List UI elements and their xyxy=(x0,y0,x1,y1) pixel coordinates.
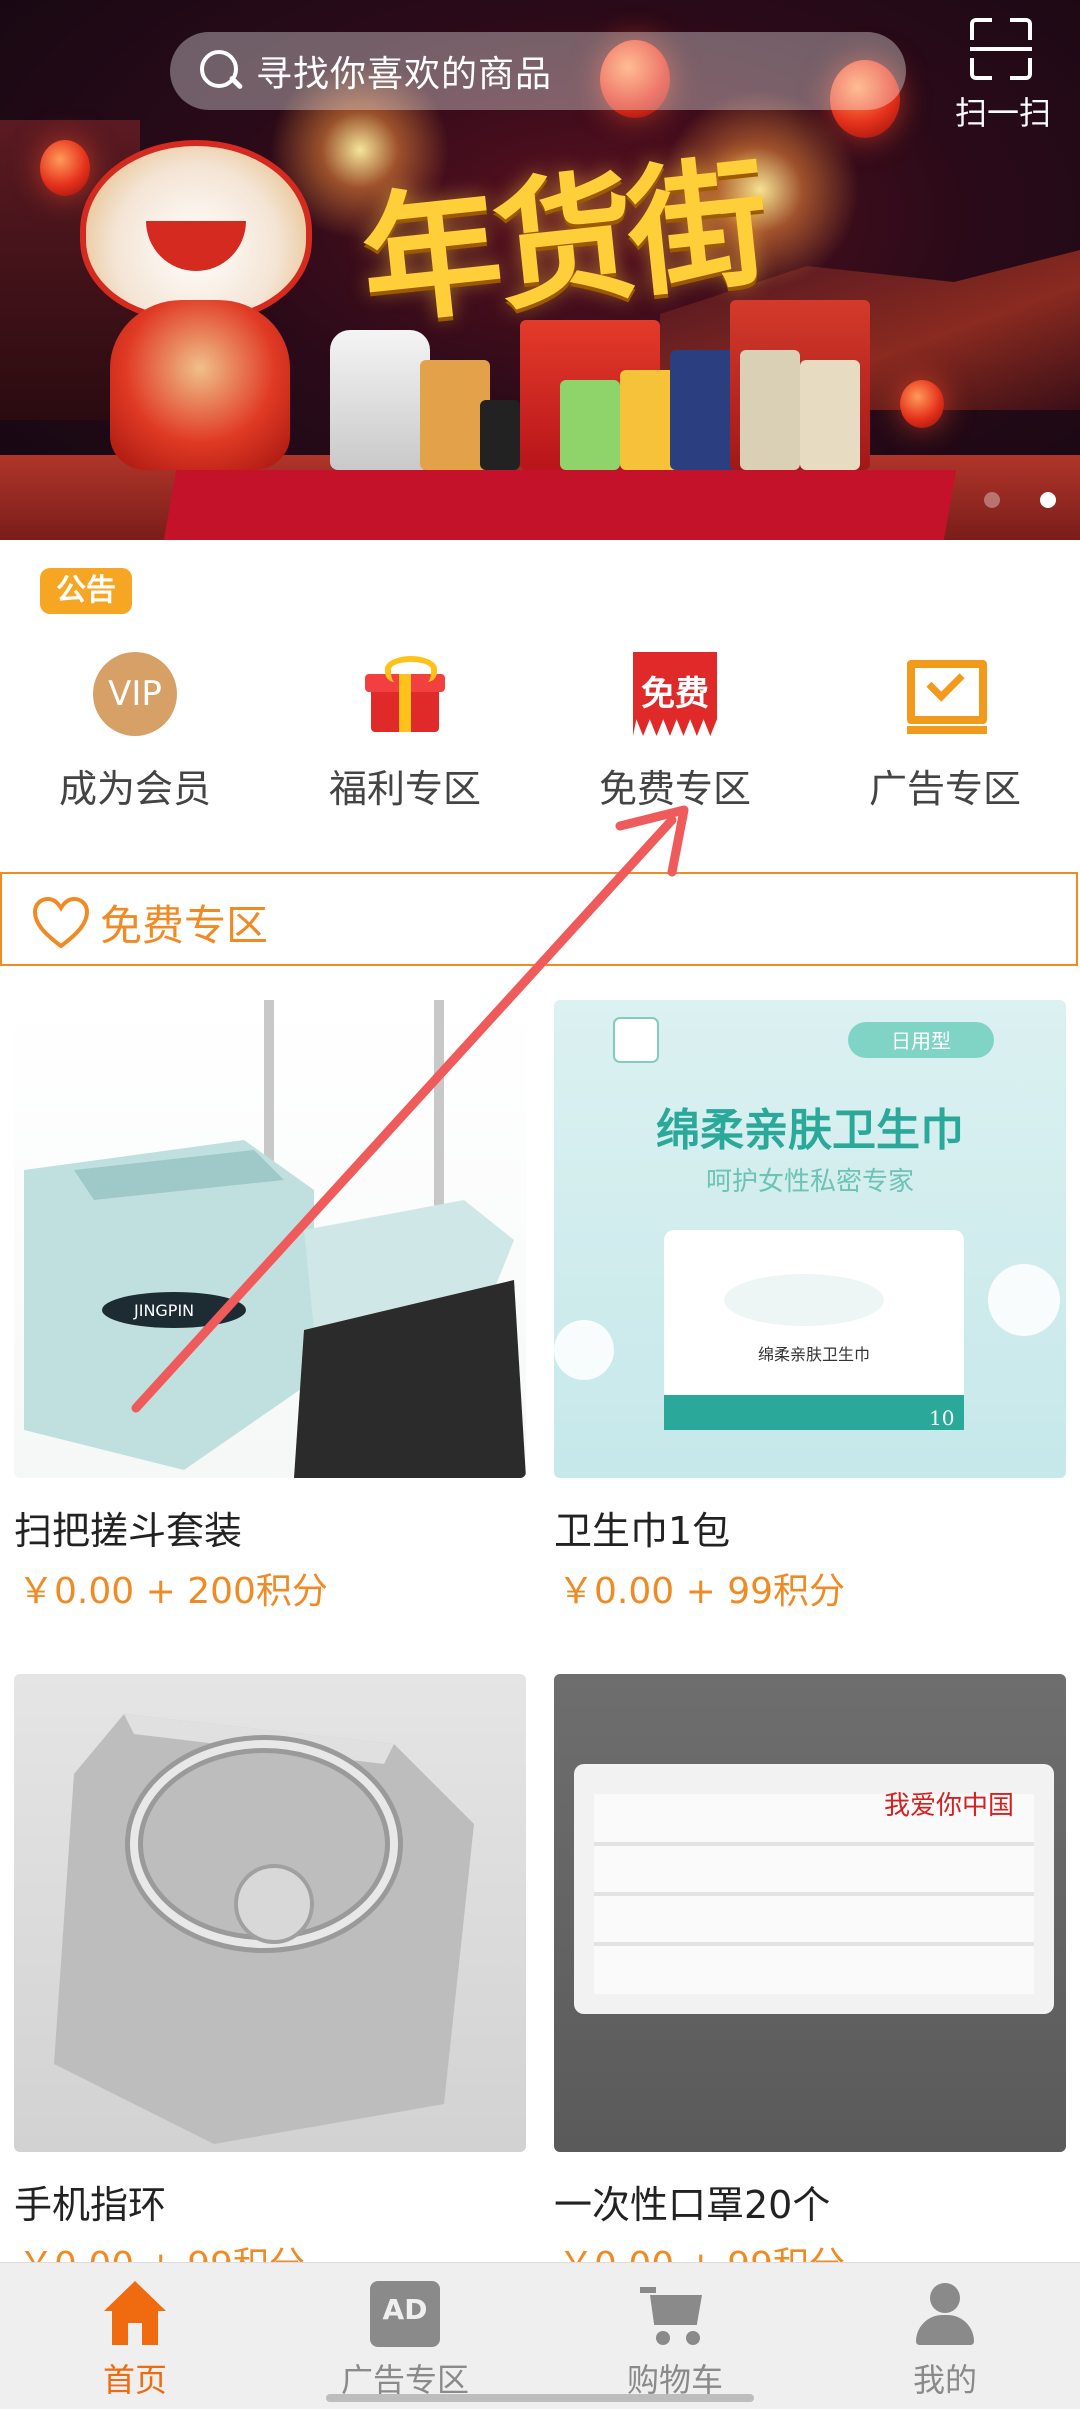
lion-dance-illustration xyxy=(70,140,340,490)
tab-ad-zone[interactable]: AD 广告专区 xyxy=(270,2263,540,2409)
lantern-decoration xyxy=(900,380,944,428)
vip-icon: VIP xyxy=(93,652,177,736)
product-image-broom-set[interactable]: JINGPIN xyxy=(14,1000,526,1478)
search-icon xyxy=(198,48,244,94)
entry-label: 免费专区 xyxy=(598,767,751,811)
product-image-face-mask[interactable]: 我爱你中国 xyxy=(554,1674,1066,2152)
tab-cart[interactable]: 购物车 xyxy=(540,2263,810,2409)
pack-title: 绵柔亲肤卫生巾 xyxy=(758,1345,870,1364)
product-name: 卫生巾1包 xyxy=(554,1509,731,1553)
bottom-tab-bar: 首页 AD 广告专区 购物车 我的 xyxy=(0,2262,1080,2409)
search-placeholder: 寻找你喜欢的商品 xyxy=(256,54,553,95)
carousel-dot[interactable] xyxy=(984,492,1000,508)
heart-outline-icon xyxy=(32,896,90,949)
user-icon xyxy=(910,2281,980,2347)
product-image-sanitary-pad[interactable]: 日用型 绵柔亲肤卫生巾 呵护女性私密专家 绵柔亲肤卫生巾 10 xyxy=(554,1000,1066,1478)
product-name: 一次性口罩20个 xyxy=(554,2183,831,2227)
notice-badge[interactable]: 公告 xyxy=(40,568,132,614)
gift-icon xyxy=(363,652,447,736)
free-tag-icon: 免费 xyxy=(633,652,717,736)
home-indicator[interactable] xyxy=(326,2394,754,2402)
product-name: 手机指环 xyxy=(14,2183,167,2227)
tab-label: 首页 xyxy=(102,2361,167,2399)
entry-ad-zone[interactable]: 广告专区 xyxy=(810,640,1080,820)
banner-goods-illustration xyxy=(330,300,870,470)
cart-icon xyxy=(640,2281,710,2347)
scan-button[interactable]: 扫一扫 xyxy=(948,14,1058,134)
product-tag: 日用型 xyxy=(891,1029,951,1053)
search-bar[interactable]: 寻找你喜欢的商品 xyxy=(170,32,906,110)
mask-print-text: 我爱你中国 xyxy=(884,1791,1014,1821)
entry-become-member[interactable]: VIP 成为会员 xyxy=(0,640,270,820)
product-image-phone-ring[interactable] xyxy=(14,1674,526,2152)
quick-entry-row: VIP 成为会员 福利专区 免费 免费专区 广告专区 xyxy=(0,640,1080,820)
tab-home[interactable]: 首页 xyxy=(0,2263,270,2409)
scan-label: 扫一扫 xyxy=(954,94,1051,132)
broom-brand-text: JINGPIN xyxy=(133,1301,194,1320)
home-icon xyxy=(100,2281,170,2347)
product-name: 扫把搓斗套装 xyxy=(14,1509,243,1553)
product-price: ￥0.00 + 99积分 xyxy=(558,1571,846,1612)
tab-label: 我的 xyxy=(912,2361,977,2399)
entry-free-zone[interactable]: 免费 免费专区 xyxy=(540,640,810,820)
carousel-dot-active[interactable] xyxy=(1040,492,1056,508)
ad-screen-icon xyxy=(903,652,987,736)
product-headline: 绵柔亲肤卫生巾 xyxy=(656,1105,964,1156)
entry-label: 成为会员 xyxy=(58,767,211,811)
entry-label: 广告专区 xyxy=(868,767,1021,811)
tab-me[interactable]: 我的 xyxy=(810,2263,1080,2409)
section-title: 免费专区 xyxy=(100,901,269,950)
scan-icon xyxy=(970,18,1032,80)
product-subline: 呵护女性私密专家 xyxy=(706,1167,914,1197)
product-price: ￥0.00 + 200积分 xyxy=(18,1571,328,1612)
free-zone-section-header: 免费专区 xyxy=(0,872,1078,966)
entry-label: 福利专区 xyxy=(328,767,481,811)
entry-welfare-zone[interactable]: 福利专区 xyxy=(270,640,540,820)
ad-icon: AD xyxy=(370,2281,440,2347)
pack-count: 10 xyxy=(929,1406,954,1430)
